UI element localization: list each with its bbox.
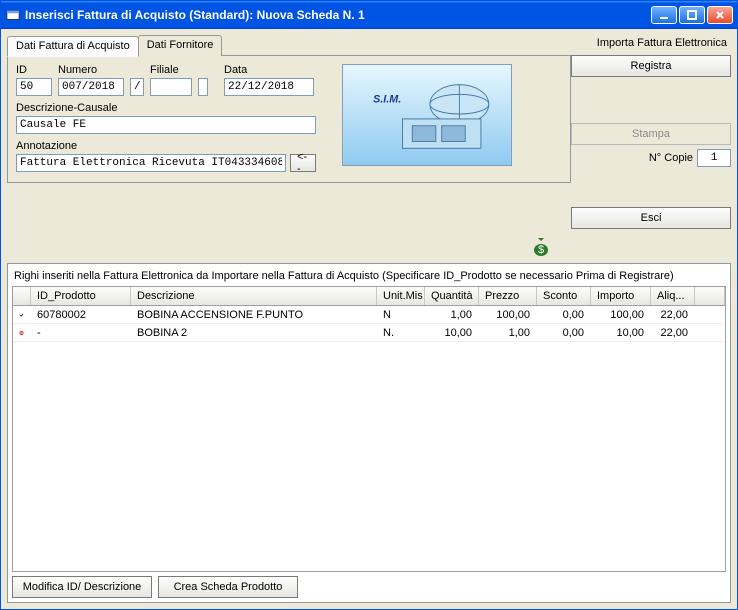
numero-input[interactable]	[58, 78, 124, 96]
products-grid: ID_Prodotto Descrizione Unit.Mis Quantit…	[12, 286, 726, 572]
label-numero: Numero	[58, 64, 124, 76]
table-row[interactable]: 60780002BOBINA ACCENSIONE F.PUNTON1,0010…	[13, 306, 725, 324]
label-filiale: Filiale	[150, 64, 192, 76]
cell-imp: 10,00	[591, 324, 651, 341]
col-descrizione[interactable]: Descrizione	[131, 287, 377, 305]
descrizione-input[interactable]	[16, 116, 316, 134]
col-importo[interactable]: Importo	[591, 287, 651, 305]
cell-aliq: 22,00	[651, 306, 695, 323]
status-icon	[13, 324, 31, 341]
col-id-prodotto[interactable]: ID_Prodotto	[31, 287, 131, 305]
registra-button[interactable]: Registra	[571, 55, 731, 77]
esci-button[interactable]: Esci	[571, 207, 731, 229]
modifica-button[interactable]: Modifica ID/ Descrizione	[12, 576, 152, 598]
cell-desc: BOBINA 2	[131, 324, 377, 341]
tab-dati-fattura[interactable]: Dati Fattura di Acquisto	[7, 36, 139, 57]
id-input[interactable]	[16, 78, 52, 96]
cell-um: N	[377, 306, 425, 323]
tab-dati-fornitore[interactable]: Dati Fornitore	[138, 35, 223, 56]
svg-text:$: $	[538, 244, 544, 256]
data-input[interactable]	[224, 78, 314, 96]
annotazione-input[interactable]	[16, 154, 286, 172]
group-fattura-standard: Fattura Standard ID Numero	[7, 55, 571, 183]
table-row[interactable]: -BOBINA 2N.10,001,000,0010,0022,00	[13, 324, 725, 342]
window-title: Inserisci Fattura di Acquisto (Standard)…	[25, 8, 651, 22]
col-unit-mis[interactable]: Unit.Mis	[377, 287, 425, 305]
stampa-button: Stampa	[571, 123, 731, 145]
sim-logo-image: S.I.M.	[342, 64, 512, 166]
money-bag-icon[interactable]: $	[531, 237, 551, 257]
label-id: ID	[16, 64, 52, 76]
col-status[interactable]	[13, 287, 31, 305]
label-data: Data	[224, 64, 314, 76]
cell-id: -	[31, 324, 131, 341]
ncopie-input[interactable]	[697, 149, 731, 167]
grid-caption: Righi inseriti nella Fattura Elettronica…	[12, 268, 726, 286]
col-spacer	[695, 287, 725, 305]
svg-text:S.I.M.: S.I.M.	[373, 93, 401, 105]
cell-qta: 1,00	[425, 306, 479, 323]
cell-id: 60780002	[31, 306, 131, 323]
col-sconto[interactable]: Sconto	[537, 287, 591, 305]
col-quantita[interactable]: Quantità	[425, 287, 479, 305]
col-aliquota[interactable]: Aliq...	[651, 287, 695, 305]
crea-scheda-button[interactable]: Crea Scheda Prodotto	[158, 576, 298, 598]
label-descr: Descrizione-Causale	[16, 102, 326, 114]
label-annot: Annotazione	[16, 140, 326, 152]
cell-aliq: 22,00	[651, 324, 695, 341]
slash-input[interactable]	[130, 78, 144, 96]
app-icon	[5, 7, 21, 23]
cell-sco: 0,00	[537, 324, 591, 341]
minimize-button[interactable]	[651, 6, 677, 24]
cell-prz: 1,00	[479, 324, 537, 341]
cell-sco: 0,00	[537, 306, 591, 323]
status-icon	[13, 306, 31, 323]
cell-prz: 100,00	[479, 306, 537, 323]
filiale-input[interactable]	[150, 78, 192, 96]
cell-qta: 10,00	[425, 324, 479, 341]
arrow-button[interactable]: <--	[290, 154, 316, 172]
cell-um: N.	[377, 324, 425, 341]
importa-link[interactable]: Importa Fattura Elettronica	[571, 35, 731, 51]
titlebar: Inserisci Fattura di Acquisto (Standard)…	[1, 1, 737, 29]
close-button[interactable]	[707, 6, 733, 24]
dot-input[interactable]	[198, 78, 208, 96]
col-prezzo[interactable]: Prezzo	[479, 287, 537, 305]
label-ncopie: N° Copie	[649, 152, 693, 164]
cell-imp: 100,00	[591, 306, 651, 323]
maximize-button[interactable]	[679, 6, 705, 24]
cell-desc: BOBINA ACCENSIONE F.PUNTO	[131, 306, 377, 323]
